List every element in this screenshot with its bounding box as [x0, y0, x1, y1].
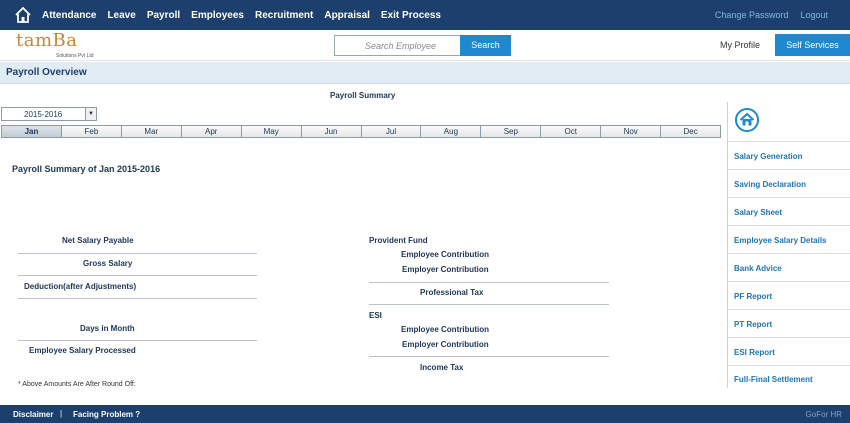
header-bar: tamBa Solutions Pvt Ltd Search Employee … — [0, 30, 850, 61]
month-tab-apr[interactable]: Apr — [181, 126, 242, 137]
divider — [728, 169, 850, 170]
payroll-summary-heading: Payroll Summary — [330, 91, 396, 100]
month-tab-aug[interactable]: Aug — [421, 126, 482, 137]
divider — [728, 253, 850, 254]
divider — [18, 253, 257, 254]
menu-leave[interactable]: Leave — [107, 10, 135, 21]
menu-employees[interactable]: Employees — [191, 10, 244, 21]
pf-report-link[interactable]: PF Report — [734, 292, 772, 301]
round-off-footnote: * Above Amounts Are After Round Off: — [18, 381, 136, 388]
full-final-settlement-link[interactable]: Full-Final Settlement — [734, 375, 813, 384]
income-tax-label: Income Tax — [420, 363, 464, 372]
divider — [18, 298, 257, 299]
divider — [728, 225, 850, 226]
divider — [728, 309, 850, 310]
footer-separator: | — [60, 409, 63, 418]
month-tab-may[interactable]: May — [241, 126, 302, 137]
search-employee-input[interactable]: Search Employee — [334, 35, 461, 56]
saving-declaration-link[interactable]: Saving Declaration — [734, 180, 806, 189]
divider — [728, 197, 850, 198]
professional-tax-label: Professional Tax — [420, 288, 484, 297]
year-select-value: 2015-2016 — [24, 110, 63, 119]
logout-link[interactable]: Logout — [800, 10, 828, 20]
provident-fund-label: Provident Fund — [369, 236, 428, 245]
summary-section-title: Payroll Summary of Jan 2015-2016 — [12, 164, 161, 174]
pt-report-link[interactable]: PT Report — [734, 320, 772, 329]
month-tab-sep[interactable]: Sep — [481, 126, 542, 137]
year-select[interactable]: 2015-2016 ▼ — [1, 107, 97, 121]
bank-advice-link[interactable]: Bank Advice — [734, 264, 782, 273]
my-profile-link[interactable]: My Profile — [720, 40, 760, 50]
esi-employee-contribution-label: Employee Contribution — [401, 325, 489, 334]
change-password-link[interactable]: Change Password — [715, 10, 789, 20]
payroll-side-panel: Salary Generation Saving Declaration Sal… — [727, 102, 850, 388]
logo-subtitle: Solutions Pvt Ltd — [56, 53, 94, 59]
divider — [728, 141, 850, 142]
page-title-bar: Payroll Overview — [0, 62, 850, 84]
divider — [369, 282, 609, 283]
page-title: Payroll Overview — [6, 67, 87, 78]
divider — [728, 365, 850, 366]
esi-label: ESI — [369, 311, 382, 320]
salary-generation-link[interactable]: Salary Generation — [734, 152, 802, 161]
disclaimer-link[interactable]: Disclaimer — [13, 410, 53, 419]
deduction-label: Deduction(after Adjustments) — [24, 282, 137, 291]
menu-recruitment[interactable]: Recruitment — [255, 10, 313, 21]
search-button[interactable]: Search — [460, 35, 511, 56]
month-tab-oct[interactable]: Oct — [541, 126, 602, 137]
divider — [369, 356, 609, 357]
watermark-logo: GoFor HR — [805, 410, 842, 419]
salary-sheet-link[interactable]: Salary Sheet — [734, 208, 782, 217]
month-tab-jun[interactable]: Jun — [301, 126, 362, 137]
company-logo[interactable]: tamBa Solutions Pvt Ltd — [16, 30, 96, 60]
net-salary-label: Net Salary Payable — [62, 236, 134, 245]
logo-wordmark: tamBa — [16, 30, 78, 51]
month-tab-jan[interactable]: Jan — [2, 126, 62, 137]
pf-employer-contribution-label: Employer Contribution — [402, 265, 489, 274]
top-nav-bar: Attendance Leave Payroll Employees Recru… — [0, 0, 850, 30]
menu-appraisal[interactable]: Appraisal — [324, 10, 370, 21]
main-menu: Attendance Leave Payroll Employees Recru… — [42, 0, 452, 30]
menu-payroll[interactable]: Payroll — [147, 10, 180, 21]
employee-salary-processed-label: Employee Salary Processed — [29, 346, 136, 355]
divider — [18, 275, 257, 276]
menu-attendance[interactable]: Attendance — [42, 10, 96, 21]
month-tab-nov[interactable]: Nov — [601, 126, 662, 137]
month-tab-jul[interactable]: Jul — [361, 126, 422, 137]
month-tab-mar[interactable]: Mar — [121, 126, 182, 137]
divider — [18, 340, 257, 341]
home-icon[interactable] — [735, 108, 759, 132]
pf-employee-contribution-label: Employee Contribution — [401, 250, 489, 259]
divider — [369, 304, 609, 305]
month-tabs: Jan Feb Mar Apr May Jun Jul Aug Sep Oct … — [1, 125, 721, 138]
menu-exit-process[interactable]: Exit Process — [381, 10, 441, 21]
home-icon[interactable] — [14, 6, 32, 24]
gross-salary-label: Gross Salary — [83, 259, 133, 268]
chevron-down-icon[interactable]: ▼ — [85, 108, 96, 120]
esi-employer-contribution-label: Employer Contribution — [402, 340, 489, 349]
esi-report-link[interactable]: ESI Report — [734, 348, 775, 357]
self-services-button[interactable]: Self Services — [775, 34, 850, 56]
divider — [728, 337, 850, 338]
facing-problem-link[interactable]: Facing Problem ? — [73, 410, 140, 419]
month-tab-dec[interactable]: Dec — [661, 126, 721, 137]
divider — [728, 281, 850, 282]
month-tab-feb[interactable]: Feb — [61, 126, 122, 137]
footer-bar: Disclaimer | Facing Problem ? GoFor HR — [0, 405, 850, 423]
employee-salary-details-link[interactable]: Employee Salary Details — [734, 236, 827, 245]
account-links: Change Password Logout — [703, 0, 828, 30]
days-in-month-label: Days in Month — [80, 324, 135, 333]
